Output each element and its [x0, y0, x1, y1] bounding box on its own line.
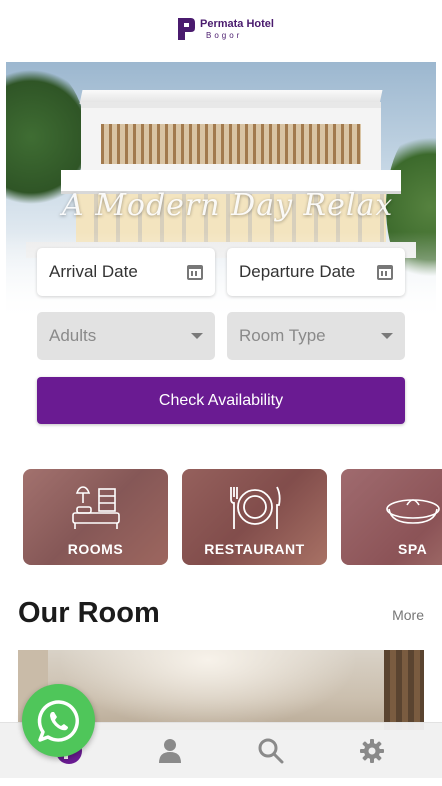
- room-type-select[interactable]: Room Type: [227, 312, 405, 360]
- whatsapp-button[interactable]: [22, 684, 95, 757]
- spa-bowl-icon: [386, 499, 440, 524]
- adults-select[interactable]: Adults: [37, 312, 215, 360]
- check-availability-button[interactable]: Check Availability: [37, 377, 405, 424]
- category-card-restaurant[interactable]: RESTAURANT: [182, 469, 327, 565]
- logo-mark-icon: [178, 18, 195, 40]
- category-label: RESTAURANT: [204, 541, 305, 557]
- whatsapp-icon: [37, 699, 79, 742]
- chevron-down-icon: [191, 333, 203, 339]
- category-card-spa[interactable]: SPA: [341, 469, 442, 565]
- more-link[interactable]: More: [392, 607, 424, 623]
- arrival-date-placeholder: Arrival Date: [49, 262, 138, 281]
- brand-city: Bogor: [206, 30, 243, 40]
- nav-search[interactable]: [257, 737, 285, 765]
- brand-name: Permata Hotel: [200, 17, 274, 30]
- hero-tagline: A Modern Day Relax: [62, 188, 394, 223]
- calendar-icon: [377, 264, 393, 280]
- hotel-logo[interactable]: Permata Hotel Bogor: [176, 16, 274, 42]
- bedroom-icon: [71, 486, 120, 529]
- arrival-date-field[interactable]: Arrival Date: [37, 248, 215, 296]
- category-label: ROOMS: [67, 541, 124, 557]
- departure-date-field[interactable]: Departure Date: [227, 248, 405, 296]
- adults-placeholder: Adults: [49, 326, 97, 345]
- search-icon: [258, 738, 284, 764]
- gear-icon: [360, 739, 384, 763]
- chevron-down-icon: [381, 333, 393, 339]
- plate-cutlery-icon: [229, 486, 281, 529]
- app-header: Permata Hotel Bogor: [0, 0, 442, 62]
- nav-profile[interactable]: [156, 737, 184, 765]
- nav-settings[interactable]: [358, 737, 386, 765]
- user-icon: [159, 739, 181, 763]
- category-card-rooms[interactable]: ROOMS: [23, 469, 168, 565]
- our-room-title: Our Room: [18, 597, 160, 629]
- calendar-icon: [187, 264, 203, 280]
- departure-date-placeholder: Departure Date: [239, 262, 356, 281]
- room-type-placeholder: Room Type: [239, 326, 326, 345]
- category-label: SPA: [398, 541, 428, 557]
